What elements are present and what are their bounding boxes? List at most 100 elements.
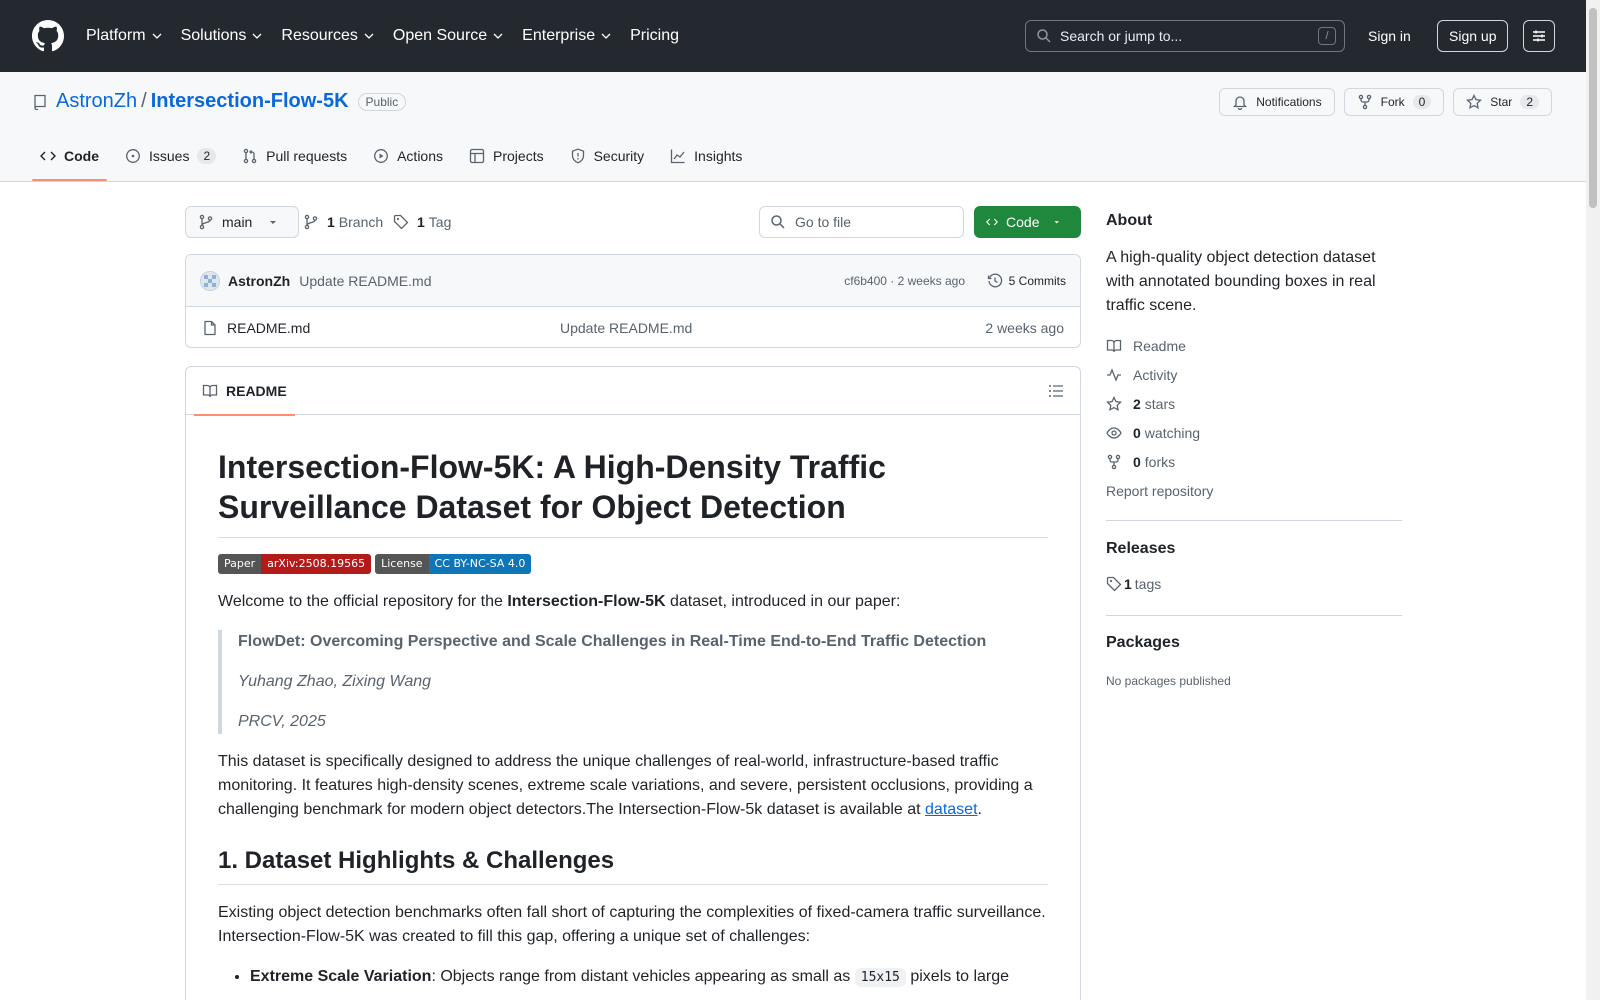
star-icon (1466, 94, 1483, 110)
list-item: Extreme Scale Variation: Objects range f… (250, 965, 1048, 990)
repo-header: AstronZh / Intersection-Flow-5K Public N… (0, 72, 1586, 182)
tab-issues[interactable]: Issues 2 (117, 132, 224, 180)
paper-authors: Yuhang Zhao, Zixing Wang (238, 673, 432, 690)
file-icon (204, 320, 216, 336)
packages-heading[interactable]: Packages (1106, 634, 1180, 652)
notifications-label: Notifications (1256, 95, 1322, 109)
repo-icon (34, 94, 46, 110)
tag-icon (393, 214, 409, 230)
tab-security[interactable]: Security (562, 132, 653, 180)
github-logo-icon[interactable] (32, 20, 64, 52)
paper-title: FlowDet: Overcoming Perspective and Scal… (238, 633, 987, 650)
nav-platform-label: Platform (86, 27, 146, 44)
watching-label: watching (1144, 425, 1201, 441)
bullet-title: Extreme Scale Variation (250, 968, 432, 985)
file-browser: AstronZh Update README.md cf6b400 · 2 we… (185, 254, 1081, 348)
tab-issues-count: 2 (197, 148, 217, 164)
pull-request-icon (243, 148, 257, 164)
paper-badge[interactable]: Paper arXiv:2508.19565 (218, 554, 372, 574)
paper-badge-right: arXiv:2508.19565 (261, 554, 372, 574)
commit-hash-and-time[interactable]: cf6b400 · 2 weeks ago (844, 274, 965, 288)
tab-code[interactable]: Code (32, 132, 107, 181)
tab-projects[interactable]: Projects (461, 132, 552, 180)
repo-tabs: Code Issues 2 Pull requests Actions Proj… (32, 132, 760, 181)
table-icon (469, 148, 485, 164)
nav-solutions[interactable]: Solutions (181, 27, 263, 45)
intro-pre: Welcome to the official repository for t… (218, 593, 508, 610)
play-icon (374, 149, 389, 163)
chevron-down-icon (152, 33, 162, 39)
star-button[interactable]: Star 2 (1453, 88, 1552, 116)
notifications-button[interactable]: Notifications (1219, 88, 1335, 116)
nav-platform[interactable]: Platform (86, 27, 162, 45)
code-dropdown-button[interactable]: Code (974, 206, 1081, 238)
license-badge[interactable]: License CC BY-NC-SA 4.0 (375, 554, 532, 574)
avatar[interactable] (200, 270, 220, 291)
readme-tab-label: README (226, 383, 287, 399)
go-to-file-input[interactable]: Go to file (759, 206, 964, 238)
file-commit-message-link[interactable]: Update README.md (560, 320, 692, 336)
code-button-label: Code (1006, 214, 1040, 230)
tag-icon (1106, 576, 1122, 592)
repo-name-link[interactable]: Intersection-Flow-5K (151, 90, 349, 113)
list-outline-icon[interactable] (1048, 383, 1064, 399)
highlights-list: Extreme Scale Variation: Objects range f… (218, 965, 1048, 990)
readme-panel: README Intersection-Flow-5K: A High-Dens… (185, 366, 1081, 1000)
dataset-link[interactable]: dataset (925, 801, 977, 818)
intro-paragraph: Welcome to the official repository for t… (218, 590, 1048, 614)
tags-link[interactable]: 1 Tag (393, 206, 451, 238)
badge-row: Paper arXiv:2508.19565 License CC BY-NC-… (218, 554, 1048, 574)
commits-history-link[interactable]: 5 Commits (987, 273, 1066, 289)
nav-pricing[interactable]: Pricing (630, 27, 679, 45)
global-search-placeholder: Search or jump to... (1060, 28, 1183, 44)
forks-label: forks (1144, 454, 1176, 470)
nav-pricing-label: Pricing (630, 27, 679, 44)
sign-in-link[interactable]: Sign in (1368, 20, 1411, 52)
activity-link[interactable]: Activity (1106, 367, 1177, 383)
tab-actions[interactable]: Actions (365, 132, 451, 180)
sliders-icon (1533, 30, 1545, 42)
report-repository-link[interactable]: Report repository (1106, 483, 1213, 499)
license-badge-right: CC BY-NC-SA 4.0 (428, 554, 532, 574)
scrollbar-thumb[interactable] (1589, 8, 1597, 208)
stars-link[interactable]: 2 stars (1106, 396, 1175, 412)
repo-owner-link[interactable]: AstronZh (56, 90, 137, 113)
file-row[interactable]: README.md Update README.md 2 weeks ago (186, 307, 1080, 347)
readme-link[interactable]: Readme (1106, 338, 1186, 354)
latest-commit-bar: AstronZh Update README.md cf6b400 · 2 we… (186, 255, 1080, 307)
forks-link[interactable]: 0 forks (1106, 454, 1175, 470)
commit-message-link[interactable]: Update README.md (299, 273, 431, 289)
release-tags-label: tags (1134, 576, 1162, 592)
readme-tab[interactable]: README (194, 367, 295, 416)
nav-open-source[interactable]: Open Source (393, 27, 503, 45)
search-icon (1037, 29, 1051, 43)
file-navigation: main 1 Branch 1 Tag Go to file Code (185, 206, 1081, 238)
nav-resources[interactable]: Resources (281, 27, 374, 45)
commit-author-link[interactable]: AstronZh (228, 273, 290, 289)
release-tags-link[interactable]: 1 tags (1106, 576, 1161, 592)
branch-selector[interactable]: main (185, 206, 300, 238)
fork-button[interactable]: Fork 0 (1343, 88, 1445, 116)
graph-icon (671, 149, 685, 164)
sign-up-button[interactable]: Sign up (1437, 20, 1509, 52)
branches-link[interactable]: 1 Branch (303, 206, 383, 238)
forks-count: 0 (1133, 454, 1141, 470)
tab-pull-requests[interactable]: Pull requests (234, 132, 355, 180)
global-search-input[interactable]: Search or jump to... / (1025, 20, 1345, 52)
releases-heading[interactable]: Releases (1106, 540, 1175, 558)
repo-path-separator: / (141, 90, 147, 112)
fork-icon (1358, 94, 1371, 110)
menu-button[interactable] (1523, 20, 1555, 52)
fork-label: Fork (1380, 95, 1405, 109)
tab-insights[interactable]: Insights (662, 132, 750, 180)
file-name-link[interactable]: README.md (227, 320, 310, 336)
tab-pull-requests-label: Pull requests (266, 148, 348, 164)
watching-link[interactable]: 0 watching (1106, 425, 1200, 441)
nav-enterprise[interactable]: Enterprise (522, 27, 611, 45)
description-text: This dataset is specifically designed to… (218, 753, 1033, 818)
highlights-paragraph: Existing object detection benchmarks oft… (218, 904, 1046, 945)
page-scrollbar[interactable] (1586, 0, 1600, 1000)
divider (1106, 615, 1402, 616)
chevron-down-icon (364, 33, 374, 39)
go-to-file-placeholder: Go to file (795, 214, 852, 230)
